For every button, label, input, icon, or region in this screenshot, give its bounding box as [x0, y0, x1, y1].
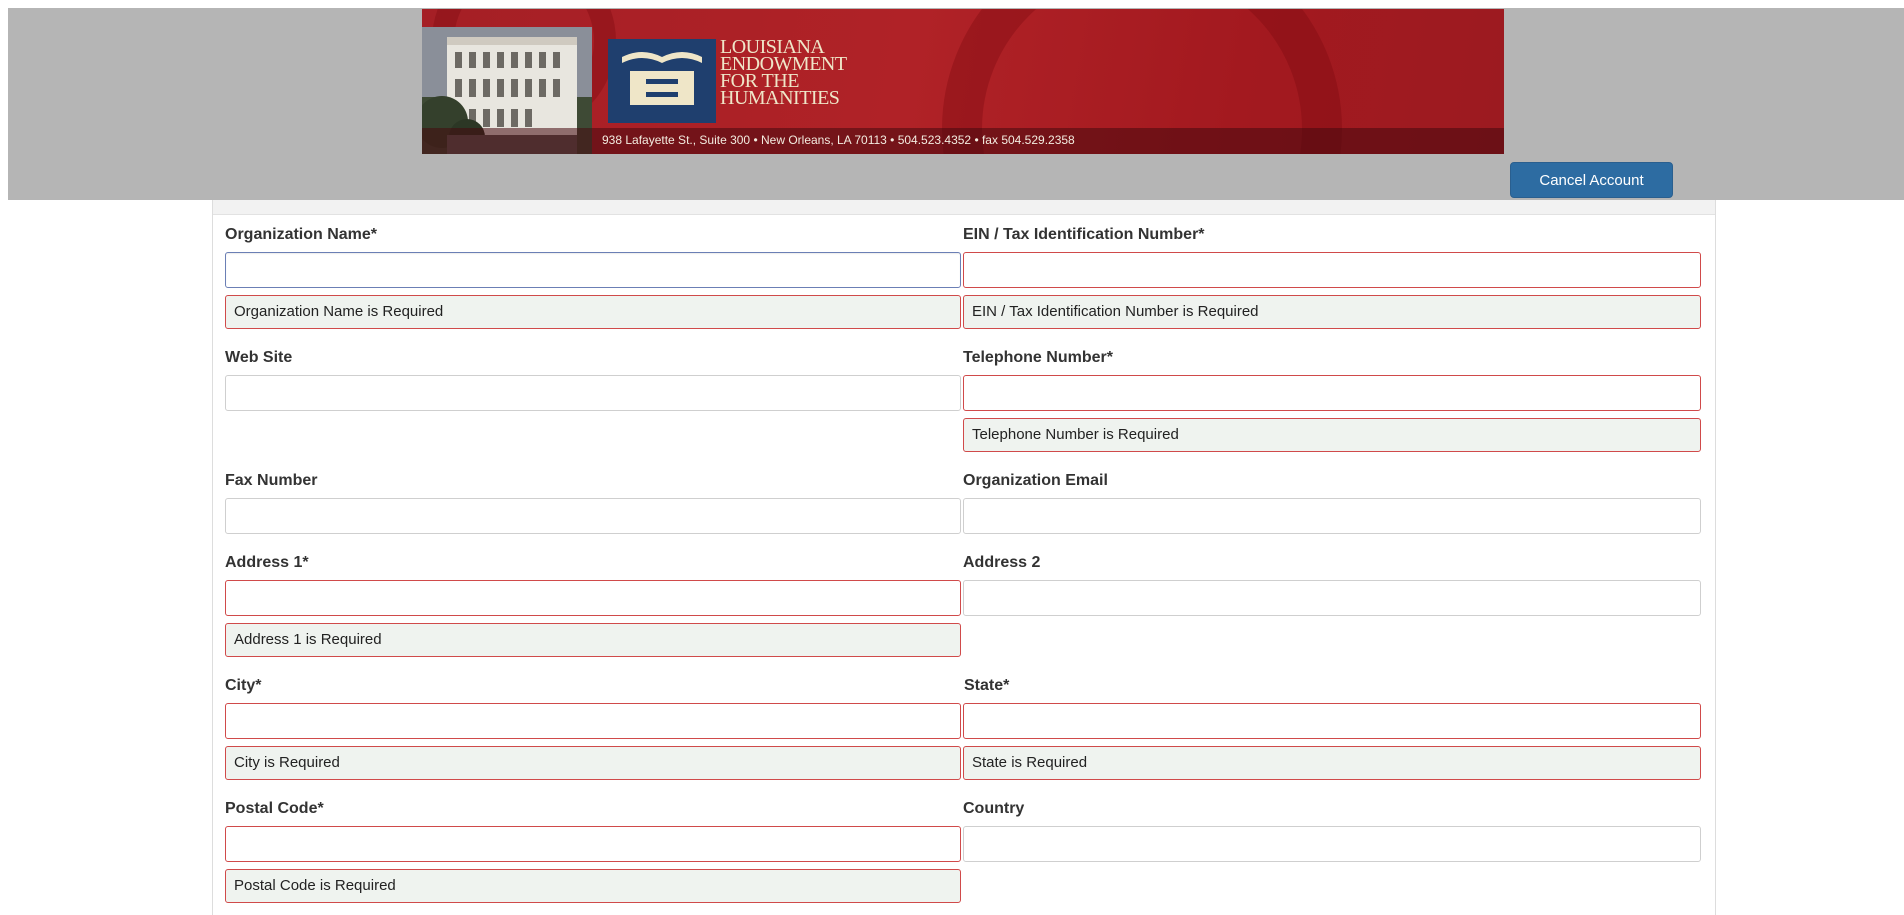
organization-name-input[interactable]: [225, 252, 961, 288]
address1-error: Address 1 is Required: [225, 623, 961, 657]
organization-email-input[interactable]: [963, 498, 1701, 534]
telephone-label: Telephone Number*: [963, 349, 1113, 366]
country-input[interactable]: [963, 826, 1701, 862]
logo-wordmark: Louisiana Endowment for the Humanities: [720, 37, 880, 109]
city-error: City is Required: [225, 746, 961, 780]
leh-logo-icon: [608, 39, 716, 123]
telephone-error: Telephone Number is Required: [963, 418, 1701, 452]
telephone-input[interactable]: [963, 375, 1701, 411]
header-banner: Louisiana Endowment for the Humanities 9…: [422, 9, 1504, 154]
web-site-label: Web Site: [225, 349, 293, 366]
web-site-input[interactable]: [225, 375, 961, 411]
panel-heading: [213, 200, 1715, 215]
address2-label: Address 2: [963, 554, 1041, 571]
postal-code-error: Postal Code is Required: [225, 869, 961, 903]
state-input[interactable]: [963, 703, 1701, 739]
ein-error: EIN / Tax Identification Number is Requi…: [963, 295, 1701, 329]
city-input[interactable]: [225, 703, 961, 739]
organization-name-error: Organization Name is Required: [225, 295, 961, 329]
ein-label: EIN / Tax Identification Number*: [963, 226, 1205, 243]
postal-code-label: Postal Code*: [225, 800, 324, 817]
fax-label: Fax Number: [225, 472, 318, 489]
logo-line: Humanities: [720, 87, 840, 109]
state-label: State*: [964, 677, 1010, 694]
city-label: City*: [225, 677, 262, 694]
cancel-account-creation-button[interactable]: Cancel Account Creation: [1510, 162, 1673, 223]
address1-input[interactable]: [225, 580, 961, 616]
postal-code-input[interactable]: [225, 826, 961, 862]
organization-address: 938 Lafayette St., Suite 300 • New Orlea…: [602, 133, 1075, 147]
fax-input[interactable]: [225, 498, 961, 534]
organization-email-label: Organization Email: [963, 472, 1108, 489]
address2-input[interactable]: [963, 580, 1701, 616]
address1-label: Address 1*: [225, 554, 309, 571]
country-label: Country: [963, 800, 1025, 817]
organization-name-label: Organization Name*: [225, 226, 378, 243]
ein-input[interactable]: [963, 252, 1701, 288]
state-error: State is Required: [963, 746, 1701, 780]
